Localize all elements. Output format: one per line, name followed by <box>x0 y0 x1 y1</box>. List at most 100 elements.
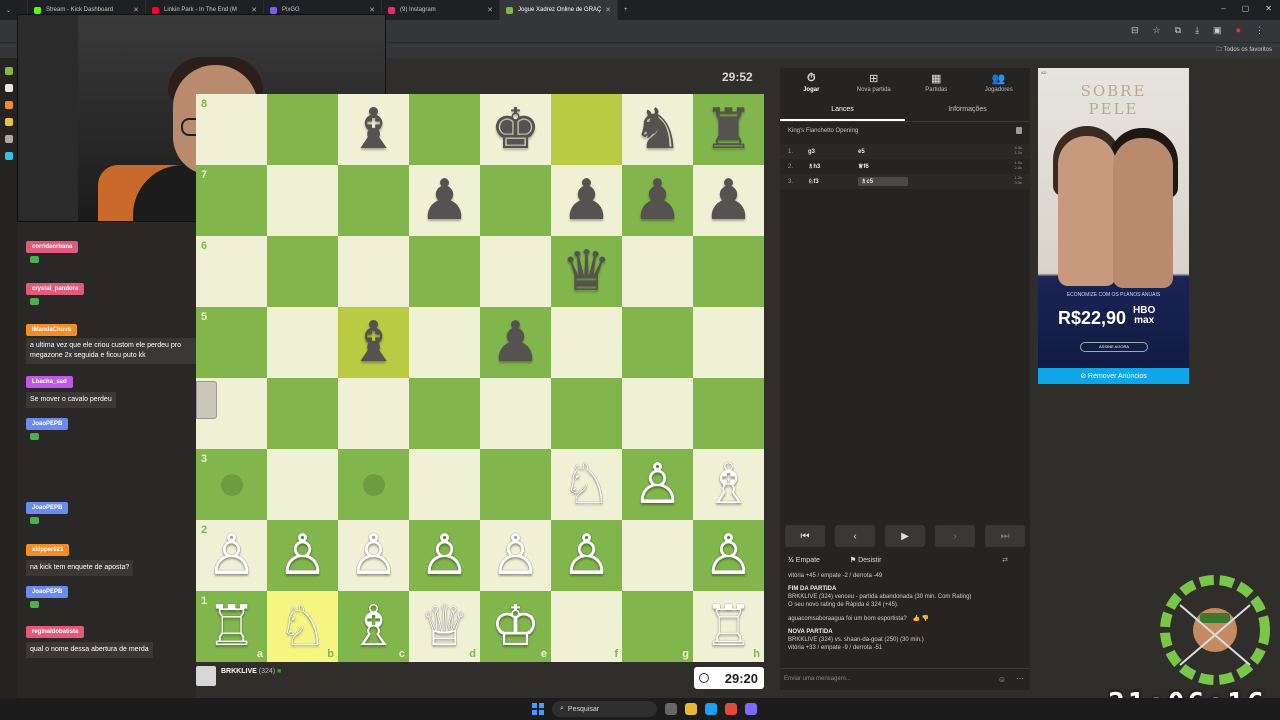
white-piece[interactable]: ♘ <box>277 598 327 655</box>
square-f7[interactable]: ♟ <box>551 165 622 236</box>
more-menu-icon[interactable]: ⋮ <box>1255 25 1264 36</box>
legal-move-dot[interactable] <box>220 473 243 496</box>
square-g3[interactable]: ♙ <box>622 449 693 520</box>
square-h8[interactable]: ♜ <box>693 94 764 165</box>
square-f3[interactable]: ♘ <box>551 449 622 520</box>
chat-username[interactable]: JoaoPEPB <box>26 586 69 598</box>
minimize-icon[interactable]: – <box>1221 4 1225 13</box>
black-piece[interactable]: ♜ <box>703 101 753 158</box>
cast-icon[interactable]: ⊟ <box>1131 25 1139 36</box>
resign-button[interactable]: ⚑ Desistir <box>850 557 896 564</box>
black-piece[interactable]: ♝ <box>348 314 398 371</box>
sidebar-icon[interactable]: ▣ <box>1213 25 1222 36</box>
white-piece[interactable]: ♗ <box>348 598 398 655</box>
square-e1[interactable]: e ♔ <box>480 591 551 662</box>
tab-lances[interactable]: Lances <box>780 98 905 121</box>
square-e7[interactable] <box>480 165 551 236</box>
black-move[interactable]: e5 <box>858 149 908 155</box>
black-piece[interactable]: ♟ <box>419 172 469 229</box>
square-c8[interactable]: ♝ <box>338 94 409 165</box>
square-b8[interactable] <box>267 94 338 165</box>
emoji-icon[interactable]: ☺ <box>998 675 1006 684</box>
white-piece[interactable]: ♖ <box>206 598 256 655</box>
square-d3[interactable] <box>409 449 480 520</box>
chat-input[interactable]: Enviar uma mensagem... ☺ ⋯ <box>780 668 1030 690</box>
prev-move-button[interactable]: ‹ <box>835 525 875 547</box>
learn-icon[interactable] <box>5 118 13 126</box>
square-a7[interactable]: 7 <box>196 165 267 236</box>
square-f8[interactable] <box>551 94 622 165</box>
task-view-icon[interactable] <box>665 703 677 715</box>
chat-username[interactable]: corridaorbana <box>26 241 79 253</box>
more-icon[interactable] <box>5 135 13 143</box>
square-b1[interactable]: b ♘ <box>267 591 338 662</box>
white-piece[interactable]: ♙ <box>561 527 611 584</box>
square-a3[interactable]: 3 <box>196 449 267 520</box>
black-piece[interactable]: ♟ <box>703 172 753 229</box>
white-piece[interactable]: ♙ <box>206 527 256 584</box>
advertisement[interactable]: AD SOBRE PELE ECONOMIZE COM OS PLANOS AN… <box>1038 68 1189 384</box>
square-d5[interactable] <box>409 307 480 378</box>
next-move-button[interactable]: › <box>935 525 975 547</box>
close-icon[interactable]: ✕ <box>369 6 375 14</box>
puzzles-icon[interactable] <box>5 101 13 109</box>
square-g8[interactable]: ♞ <box>622 94 693 165</box>
square-f4[interactable] <box>551 378 622 449</box>
maximize-icon[interactable]: ▢ <box>1242 4 1250 13</box>
draw-button[interactable]: ½ Empate <box>788 557 834 564</box>
flip-board-icon[interactable]: ⇄ <box>1002 556 1008 564</box>
book-icon[interactable] <box>1016 127 1022 134</box>
square-c2[interactable]: ♙ <box>338 520 409 591</box>
black-piece[interactable]: ♟ <box>561 172 611 229</box>
square-a2[interactable]: 2 ♙ <box>196 520 267 591</box>
new-tab-button[interactable]: + <box>618 0 638 20</box>
square-g4[interactable] <box>622 378 693 449</box>
chat-username[interactable]: IMandaChuva <box>26 324 78 336</box>
square-g1[interactable]: g <box>622 591 693 662</box>
black-move[interactable]: ♗c5 <box>858 177 908 186</box>
square-c3[interactable] <box>338 449 409 520</box>
close-window-icon[interactable]: ✕ <box>1265 4 1272 13</box>
square-h1[interactable]: h ♖ <box>693 591 764 662</box>
discord-icon[interactable] <box>745 703 757 715</box>
black-piece[interactable]: ♟ <box>632 172 682 229</box>
square-d8[interactable] <box>409 94 480 165</box>
tab-instagram[interactable]: (9) Instagram ✕ <box>382 0 500 20</box>
white-piece[interactable]: ♗ <box>703 456 753 513</box>
all-bookmarks-button[interactable]: 🗀 Todos os favoritos <box>1216 45 1272 55</box>
square-h7[interactable]: ♟ <box>693 165 764 236</box>
square-a1[interactable]: 1 a ♖ <box>196 591 267 662</box>
windows-start-icon[interactable] <box>532 703 544 715</box>
square-b7[interactable] <box>267 165 338 236</box>
chat-username[interactable]: JoaoPEPB <box>26 418 69 430</box>
ad-cta-button[interactable]: ASSINE AGORA <box>1080 342 1148 352</box>
square-g7[interactable]: ♟ <box>622 165 693 236</box>
diamond-icon[interactable] <box>5 152 13 160</box>
chess-logo-icon[interactable] <box>5 67 13 75</box>
close-icon[interactable]: ✕ <box>251 6 257 14</box>
square-d7[interactable]: ♟ <box>409 165 480 236</box>
chess-board[interactable]: 8♝♚♞♜7♟♟♟♟6♛5♝♟43♘♙♗2♙♙♙♙♙♙♙1a♖b♘c♗d♕e♔f… <box>196 94 764 662</box>
chat-username[interactable]: JoaoPEPB <box>26 502 69 514</box>
white-piece[interactable]: ♙ <box>490 527 540 584</box>
black-piece[interactable]: ♞ <box>632 101 682 158</box>
square-g6[interactable] <box>622 236 693 307</box>
player-avatar[interactable] <box>196 666 216 686</box>
square-e5[interactable]: ♟ <box>480 307 551 378</box>
white-piece[interactable]: ♔ <box>490 598 540 655</box>
nav-jogadores[interactable]: 👥 Jogadores <box>968 68 1031 98</box>
white-piece[interactable]: ♙ <box>348 527 398 584</box>
square-f2[interactable]: ♙ <box>551 520 622 591</box>
square-b3[interactable] <box>267 449 338 520</box>
square-h3[interactable]: ♗ <box>693 449 764 520</box>
play-button[interactable]: ▶ <box>885 525 925 547</box>
extensions-icon[interactable]: ⧉ <box>1175 25 1181 36</box>
square-c7[interactable] <box>338 165 409 236</box>
white-piece[interactable]: ♙ <box>419 527 469 584</box>
square-f5[interactable] <box>551 307 622 378</box>
square-f1[interactable]: f <box>551 591 622 662</box>
square-c5[interactable]: ♝ <box>338 307 409 378</box>
white-piece[interactable]: ♙ <box>703 527 753 584</box>
close-icon[interactable]: ✕ <box>487 6 493 14</box>
nav-nova-partida[interactable]: ⊞ Nova partida <box>843 68 906 98</box>
